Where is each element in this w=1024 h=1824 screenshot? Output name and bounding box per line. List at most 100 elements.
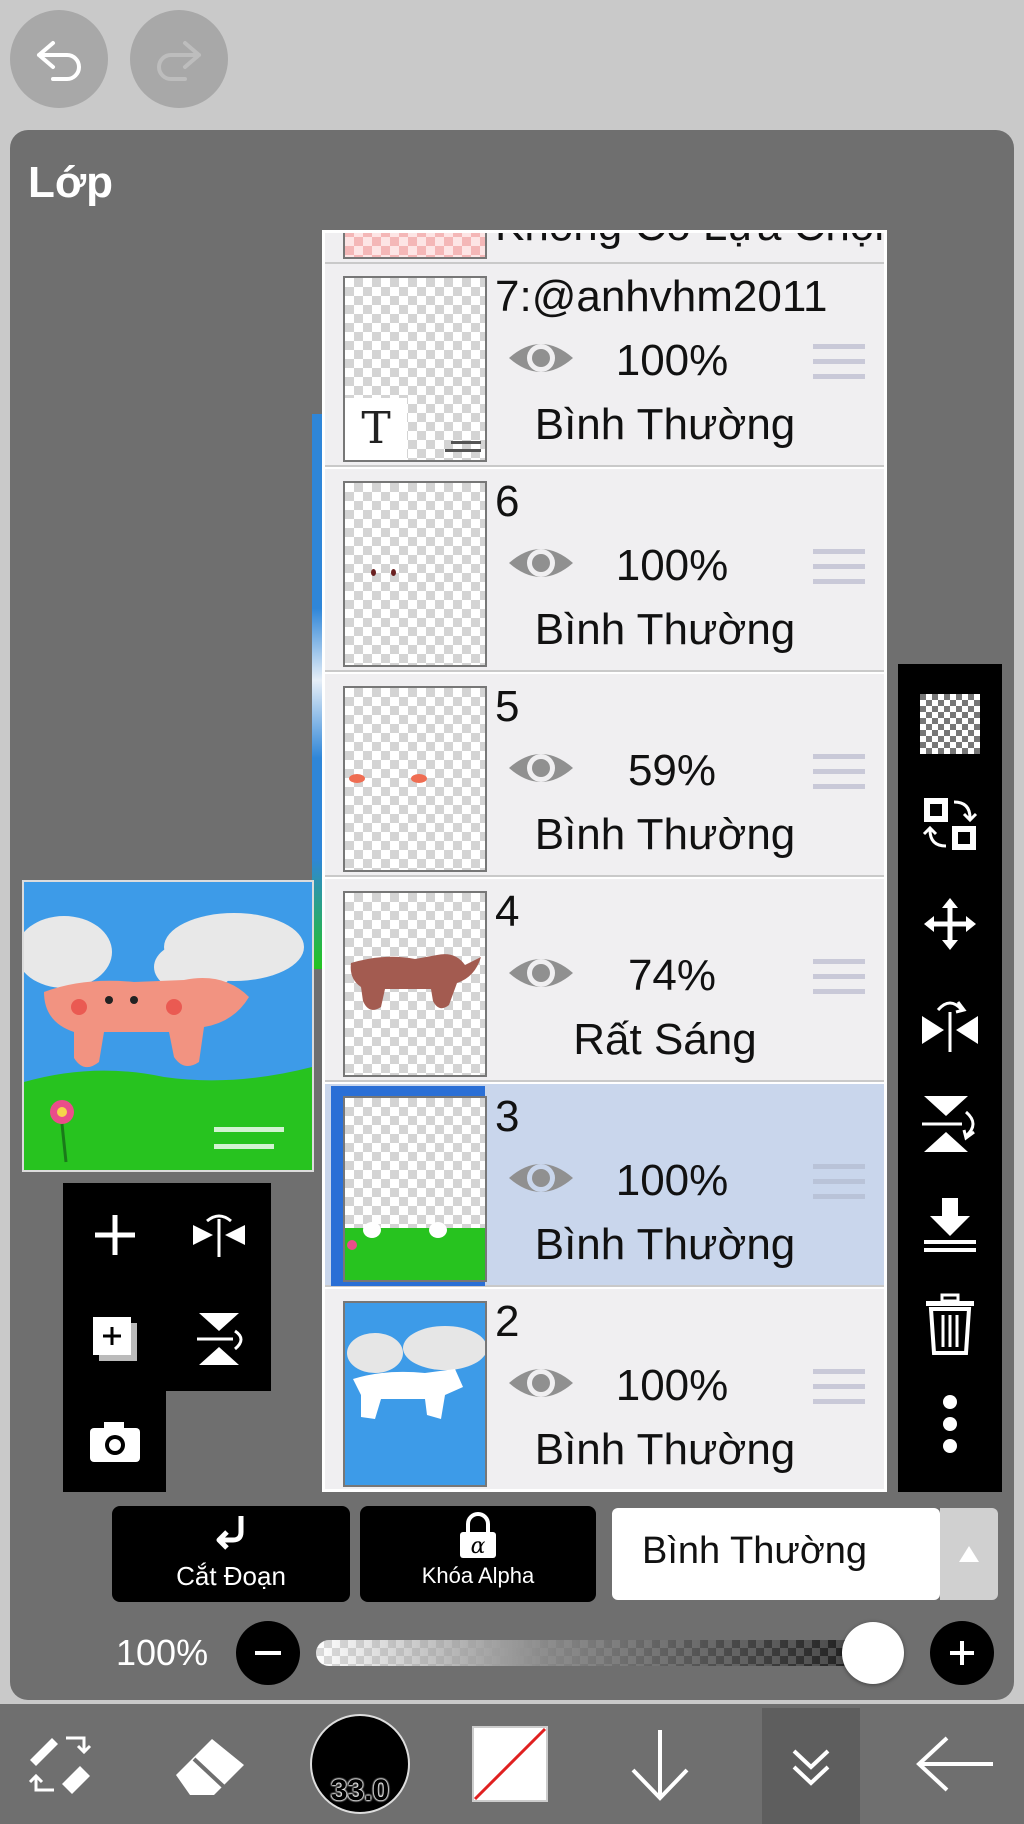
chevron-double-down-icon	[792, 1749, 830, 1786]
clip-arrow-icon	[216, 1516, 244, 1550]
layer-content	[350, 954, 481, 1010]
layer-opacity: 100%	[615, 336, 729, 385]
layer-opacity: 100%	[615, 1156, 729, 1205]
more-options-button[interactable]	[898, 1374, 1002, 1474]
opacity-increase-button[interactable]	[930, 1621, 994, 1685]
layer-name: 7:@anhvhm2011	[495, 272, 828, 321]
layer-row-selection[interactable]: Không Có Lựa Chọn	[325, 233, 884, 264]
layer-actions-toolbar	[898, 664, 1002, 1492]
blend-mode-dropdown-button[interactable]	[940, 1508, 998, 1600]
drag-handle-icon[interactable]	[813, 752, 865, 792]
flip-vertical-icon	[197, 1313, 243, 1365]
layer-content	[347, 1326, 485, 1419]
blend-mode-select[interactable]: Bình Thường	[612, 1508, 940, 1600]
move-icon	[924, 898, 976, 950]
duplicate-layer-button[interactable]	[63, 1287, 167, 1391]
layer-thumbnail	[343, 481, 487, 667]
flip-horizontal-button[interactable]	[898, 974, 1002, 1074]
drag-handle-icon[interactable]	[813, 547, 865, 587]
layer-name: 3	[495, 1092, 520, 1141]
alpha-lock-label: Khóa Alpha	[421, 1563, 535, 1588]
layer-name: 2	[495, 1297, 520, 1346]
arrow-down-icon	[631, 1730, 689, 1801]
layer-name: Không Có Lựa Chọn	[495, 233, 884, 251]
clipping-label: Cắt Đoạn	[176, 1561, 286, 1591]
redo-button[interactable]	[130, 10, 228, 108]
merge-down-button[interactable]	[898, 1174, 1002, 1274]
brush-size-circle: 33.0	[310, 1714, 410, 1814]
layer-blend-mode: Bình Thường	[534, 1220, 796, 1269]
collapse-panel-button[interactable]	[762, 1708, 860, 1824]
opacity-slider-knob[interactable]	[842, 1622, 904, 1684]
tool-switch-button[interactable]	[0, 1704, 120, 1824]
layer-list[interactable]: Không Có Lựa Chọn T 7:@anhvhm2011 100% B…	[322, 230, 887, 1492]
plus-icon	[95, 1215, 135, 1255]
layer-opacity: 74%	[627, 951, 717, 1000]
layer-thumbnail	[343, 233, 487, 259]
layer-thumbnail	[343, 891, 487, 1077]
drag-handle-icon[interactable]	[813, 1162, 865, 1202]
transparent-fill-button[interactable]	[898, 674, 1002, 774]
brush-size-button[interactable]: 33.0	[305, 1704, 415, 1824]
scroll-down-button[interactable]	[610, 1704, 710, 1824]
layer-thumbnail	[343, 1096, 487, 1282]
camera-icon	[89, 1421, 140, 1462]
visibility-eye-icon[interactable]	[505, 744, 577, 792]
layer-row-4[interactable]: 4 74% Rất Sáng	[325, 879, 884, 1082]
move-layer-button[interactable]	[898, 874, 1002, 974]
undo-button[interactable]	[10, 10, 108, 108]
blend-mode-value: Bình Thường	[642, 1530, 868, 1572]
visibility-eye-icon[interactable]	[505, 1154, 577, 1202]
layer-blend-mode: Bình Thường	[534, 605, 796, 654]
visibility-eye-icon[interactable]	[505, 1359, 577, 1407]
layer-name: 4	[495, 887, 520, 936]
layer-blend-mode: Bình Thường	[534, 1425, 796, 1474]
flip-horizontal-layer-button[interactable]	[167, 1183, 271, 1287]
redo-icon	[157, 41, 201, 81]
alpha-lock-button[interactable]: α Khóa Alpha	[360, 1506, 596, 1602]
more-vertical-icon	[943, 1395, 957, 1453]
eraser-icon	[176, 1739, 244, 1795]
delete-layer-button[interactable]	[898, 1274, 1002, 1374]
drag-handle-icon[interactable]	[813, 342, 865, 382]
brush-eraser-swap-icon	[28, 1736, 92, 1794]
drag-handle-icon[interactable]	[813, 1367, 865, 1407]
layer-row-5[interactable]: 5 59% Bình Thường	[325, 674, 884, 877]
flip-vertical-layer-button[interactable]	[167, 1287, 271, 1391]
layer-row-7[interactable]: T 7:@anhvhm2011 100% Bình Thường	[325, 264, 884, 467]
layer-row-2[interactable]: 2 100% Bình Thường	[325, 1289, 884, 1489]
color-button[interactable]	[468, 1704, 552, 1824]
layer-thumbnail	[343, 1301, 487, 1487]
layer-toolbox	[63, 1183, 271, 1391]
layer-name: 5	[495, 682, 520, 731]
layer-thumbnail: T	[343, 276, 487, 462]
camera-layer-button[interactable]	[63, 1391, 166, 1492]
undo-icon	[37, 41, 81, 81]
checkerboard-icon	[920, 694, 980, 754]
flip-horizontal-icon	[193, 1214, 245, 1257]
eraser-button[interactable]	[150, 1704, 270, 1824]
lock-icon: α	[460, 1512, 496, 1559]
flip-vertical-button[interactable]	[898, 1074, 1002, 1174]
plus-icon	[950, 1641, 974, 1665]
layer-opacity: 100%	[615, 541, 729, 590]
layer-row-3[interactable]: 3 100% Bình Thường	[325, 1084, 884, 1287]
layer-blend-mode: Bình Thường	[534, 400, 796, 449]
visibility-eye-icon[interactable]	[505, 539, 577, 587]
layer-blend-mode: Rất Sáng	[573, 1015, 757, 1064]
back-button[interactable]	[900, 1704, 1010, 1824]
triangle-up-icon	[959, 1546, 979, 1562]
visibility-eye-icon[interactable]	[505, 334, 577, 382]
clipping-button[interactable]: Cắt Đoạn	[112, 1506, 350, 1602]
opacity-decrease-button[interactable]	[236, 1621, 300, 1685]
duplicate-icon	[93, 1317, 137, 1361]
visibility-eye-icon[interactable]	[505, 949, 577, 997]
merge-down-icon	[924, 1198, 976, 1252]
layer-opacity: 59%	[627, 746, 717, 795]
layer-row-6[interactable]: 6 100% Bình Thường	[325, 469, 884, 672]
canvas-preview	[22, 880, 314, 1172]
color-swatch-icon	[472, 1726, 548, 1802]
drag-handle-icon[interactable]	[813, 957, 865, 997]
swap-layer-button[interactable]	[898, 774, 1002, 874]
add-layer-button[interactable]	[63, 1183, 167, 1287]
